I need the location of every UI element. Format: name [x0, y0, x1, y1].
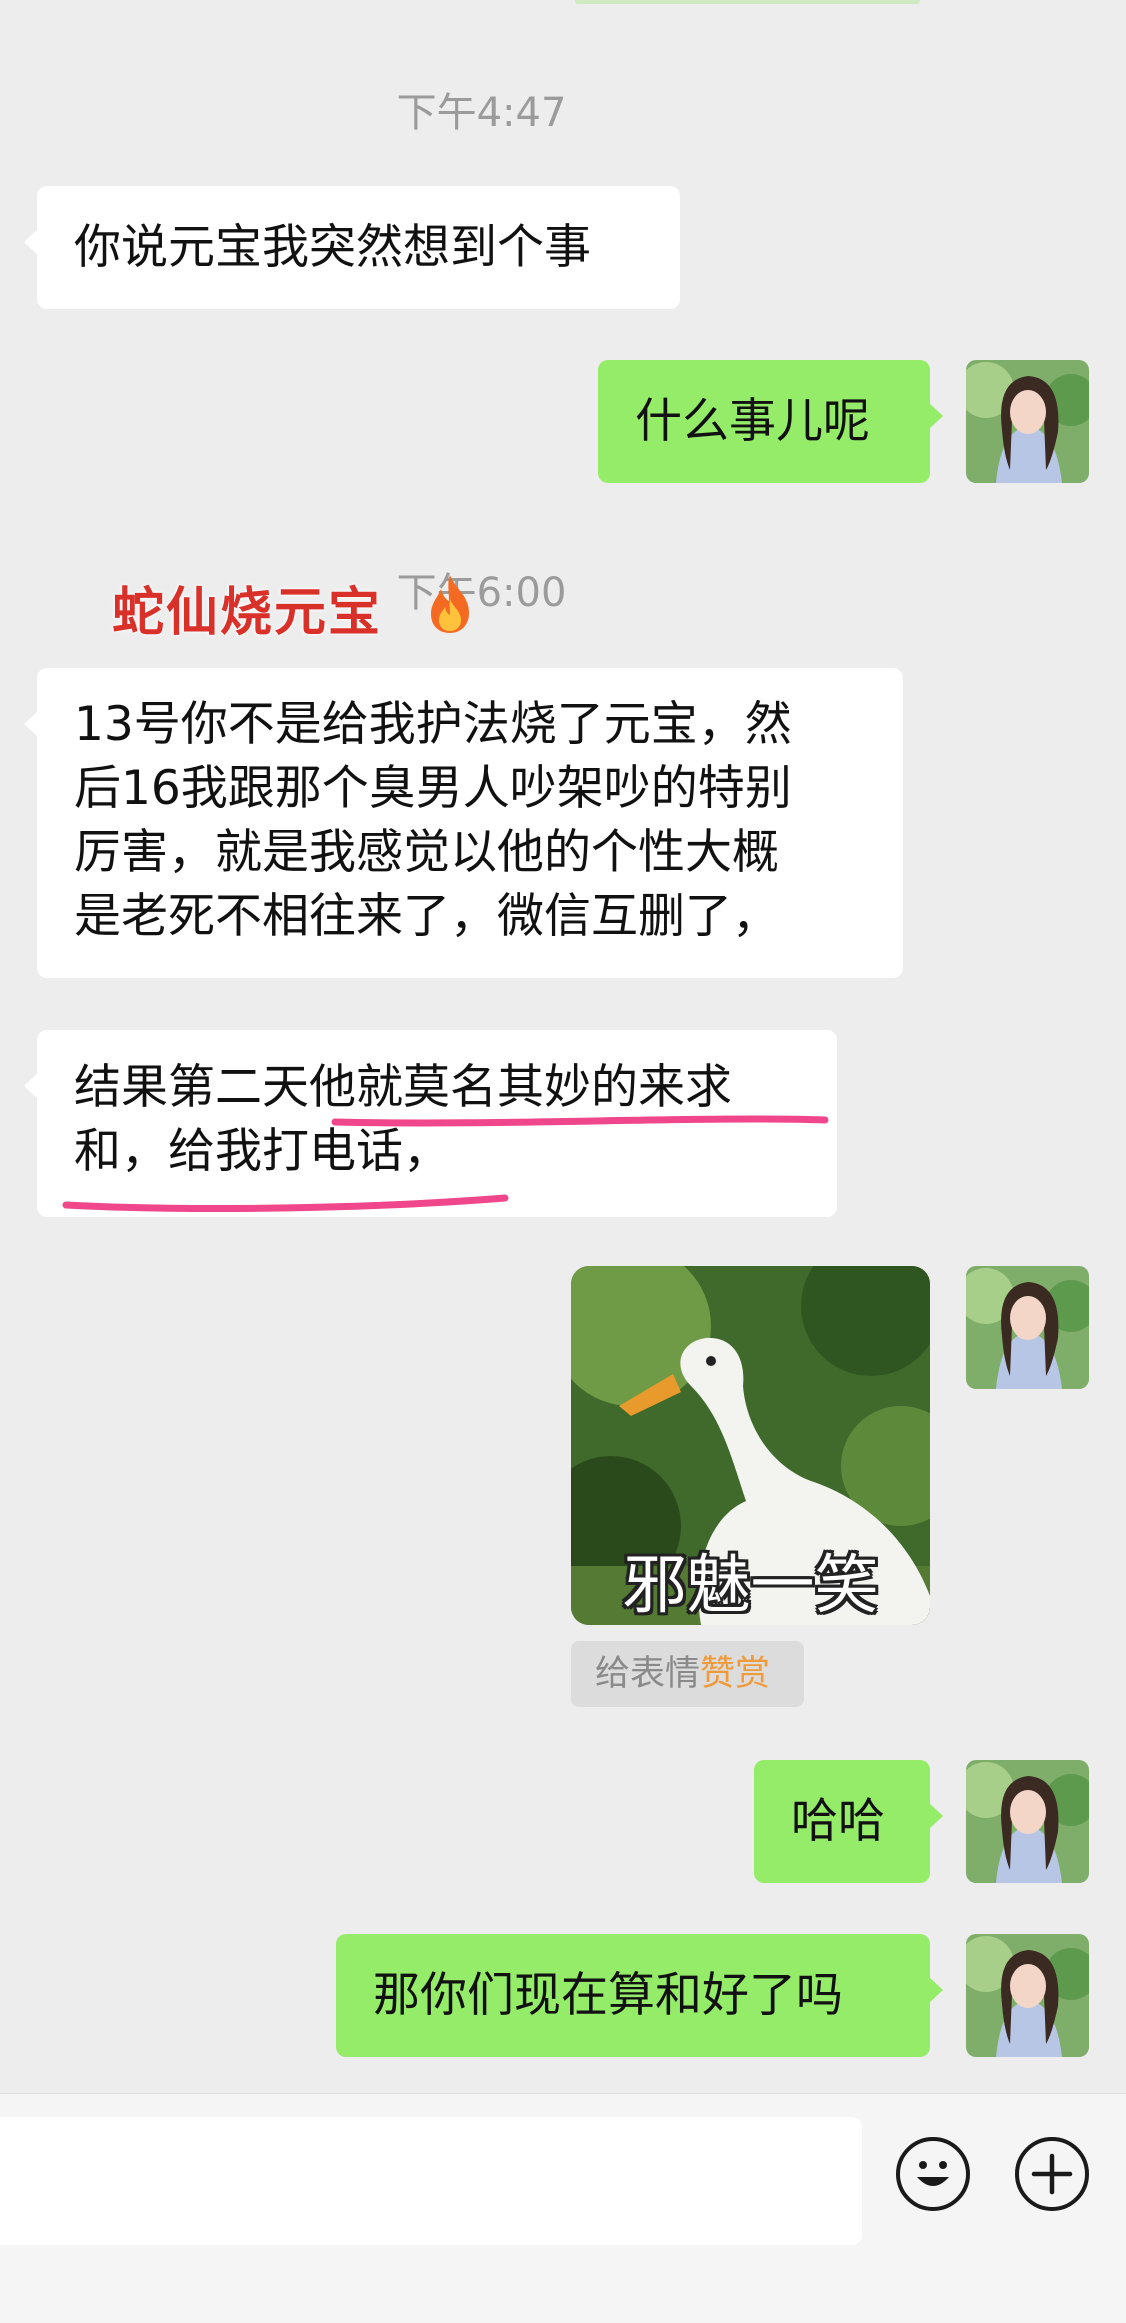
avatar[interactable]: [966, 1266, 1089, 1389]
message-text-line: 后16我跟那个臭男人吵架吵的特别: [74, 761, 792, 816]
message-text-line: 13号你不是给我护法烧了元宝，然: [74, 697, 792, 752]
message-text-line: 和，给我打电话，: [74, 1124, 450, 1179]
avatar[interactable]: [966, 1760, 1089, 1883]
message-text: 什么事儿呢: [635, 394, 870, 449]
sticker-caption: 邪魅一笑: [622, 1549, 879, 1623]
plus-circle-icon[interactable]: [1015, 2137, 1089, 2211]
message-text: 那你们现在算和好了吗: [373, 1968, 843, 2023]
message-bubble-outgoing[interactable]: 哈哈: [754, 1760, 943, 1883]
reward-accent: 赞赏: [700, 1654, 771, 1694]
reward-prefix: 给表情: [595, 1654, 701, 1694]
overlay-caption: 蛇仙烧元宝: [112, 582, 383, 643]
smiley-icon[interactable]: [896, 2137, 970, 2211]
input-bar: [0, 2093, 1126, 2323]
timestamp: 下午4:47: [396, 90, 567, 136]
message-text-line: 厉害，就是我感觉以他的个性大概: [74, 825, 779, 880]
reward-button[interactable]: 给表情赞赏: [571, 1641, 804, 1707]
message-text: 哈哈: [791, 1794, 885, 1849]
previous-bubble-edge: [575, 0, 920, 4]
message-text: 你说元宝我突然想到个事: [74, 220, 591, 275]
avatar[interactable]: [966, 360, 1089, 483]
message-text-line: 是老死不相往来了，微信互删了，: [74, 889, 779, 944]
avatar[interactable]: [966, 1934, 1089, 2057]
message-bubble-outgoing[interactable]: 那你们现在算和好了吗: [336, 1934, 943, 2057]
fire-icon: [431, 575, 469, 633]
message-bubble-incoming[interactable]: 你说元宝我突然想到个事: [24, 186, 680, 309]
message-text-line: 结果第二天他就莫名其妙的来求: [74, 1060, 732, 1115]
message-bubble-incoming[interactable]: 结果第二天他就莫名其妙的来求 和，给我打电话，: [24, 1030, 837, 1217]
message-bubble-outgoing[interactable]: 什么事儿呢: [598, 360, 943, 483]
sticker-image[interactable]: 邪魅一笑: [571, 1266, 930, 1625]
message-input[interactable]: [0, 2117, 862, 2245]
message-bubble-incoming[interactable]: 13号你不是给我护法烧了元宝，然 后16我跟那个臭男人吵架吵的特别 厉害，就是我…: [24, 668, 903, 978]
